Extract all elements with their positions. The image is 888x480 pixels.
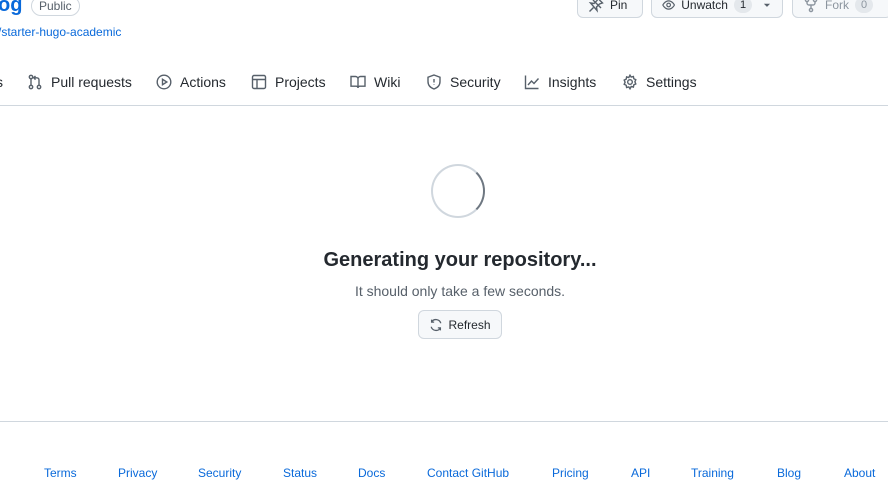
watch-counter: 1 xyxy=(733,0,753,13)
loading-spinner xyxy=(431,164,485,218)
fork-button[interactable]: Fork 0 xyxy=(792,0,888,18)
tab-security-label: Security xyxy=(450,74,501,90)
fork-counter: 0 xyxy=(855,0,874,13)
tab-code[interactable]: s xyxy=(0,66,3,98)
eye-icon xyxy=(662,0,676,10)
generating-subtitle: It should only take a few seconds. xyxy=(354,283,566,299)
pin-button[interactable]: Pin xyxy=(577,0,643,18)
tab-insights-label: Insights xyxy=(548,74,597,90)
tab-actions-label: Actions xyxy=(180,74,226,90)
tab-code-label: s xyxy=(0,74,3,90)
repo-header: og Public /starter-hugo-academic Pin Unw… xyxy=(0,0,888,106)
refresh-button[interactable]: Refresh xyxy=(418,310,502,339)
tab-settings[interactable]: Settings xyxy=(622,66,697,98)
book-icon xyxy=(350,75,366,89)
tab-wiki-label: Wiki xyxy=(374,74,401,90)
generating-title: Generating your repository... xyxy=(323,249,597,271)
pin-icon xyxy=(588,0,604,13)
sync-icon xyxy=(431,318,442,331)
refresh-label: Refresh xyxy=(448,317,491,332)
pull-request-icon xyxy=(28,74,42,90)
graph-icon xyxy=(524,75,540,90)
tab-actions[interactable]: Actions xyxy=(156,66,226,98)
unwatch-label: Unwatch xyxy=(681,0,728,12)
tab-wiki[interactable]: Wiki xyxy=(350,66,400,98)
gear-icon xyxy=(623,74,637,90)
fork-label: Fork xyxy=(825,0,849,12)
shield-icon xyxy=(427,74,441,90)
tab-pull-requests[interactable]: Pull requests xyxy=(27,66,132,98)
tab-insights[interactable]: Insights xyxy=(524,66,596,98)
tab-projects[interactable]: Projects xyxy=(251,66,326,98)
fork-icon xyxy=(804,0,818,13)
tab-pull-requests-label: Pull requests xyxy=(51,74,132,90)
pin-label: Pin xyxy=(610,0,628,12)
visibility-badge: Public xyxy=(31,0,80,16)
forked-from-link[interactable]: /starter-hugo-academic xyxy=(0,25,121,39)
play-icon xyxy=(156,74,172,90)
tab-settings-label: Settings xyxy=(646,74,697,90)
tab-projects-label: Projects xyxy=(275,74,326,90)
repo-name-link[interactable]: og xyxy=(0,0,22,17)
triangle-down-icon xyxy=(763,3,771,7)
table-icon xyxy=(251,74,267,90)
tab-security[interactable]: Security xyxy=(426,66,501,98)
unwatch-button[interactable]: Unwatch 1 xyxy=(651,0,783,18)
footer-divider xyxy=(0,421,888,422)
